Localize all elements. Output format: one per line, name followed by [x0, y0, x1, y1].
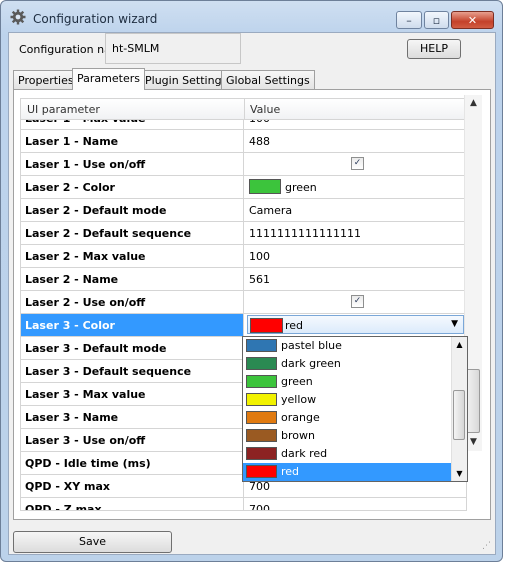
checkbox[interactable]: ✓	[351, 157, 364, 170]
table-row[interactable]: Laser 2 - Name 561	[21, 268, 466, 291]
parameter-name: Laser 2 - Default mode	[21, 199, 244, 221]
table-row-selected[interactable]: Laser 3 - Color red ▼	[21, 314, 466, 337]
option-label: orange	[281, 411, 320, 424]
parameter-name: Laser 3 - Default mode	[21, 337, 244, 359]
parameter-name: Laser 3 - Max value	[21, 383, 244, 405]
option-label: green	[281, 375, 313, 388]
column-header-value[interactable]: Value	[250, 103, 280, 116]
parameter-name: Laser 3 - Color	[21, 314, 244, 336]
dropdown-scrollbar[interactable]: ▲ ▼	[451, 337, 467, 481]
parameter-name: Laser 2 - Max value	[21, 245, 244, 267]
table-row[interactable]: QPD - Z max 700	[21, 498, 466, 510]
option-label: brown	[281, 429, 315, 442]
window-title: Configuration wizard	[33, 12, 158, 26]
dropdown-option[interactable]: brown	[243, 427, 452, 445]
parameter-name: QPD - Z max	[21, 498, 244, 510]
resize-grip-icon[interactable]: ⋰	[482, 541, 492, 551]
table-row[interactable]: Laser 2 - Use on/off ✓	[21, 291, 466, 314]
parameter-value[interactable]: Camera	[245, 199, 466, 221]
dropdown-option[interactable]: orange	[243, 409, 452, 427]
column-divider	[244, 99, 245, 119]
color-swatch	[246, 357, 277, 370]
dropdown-option[interactable]: dark green	[243, 355, 452, 373]
parameter-value[interactable]: 700	[245, 498, 466, 510]
title-bar[interactable]: Configuration wizard – ▫ ✕	[1, 1, 502, 35]
chevron-down-icon[interactable]: ▼	[451, 319, 458, 329]
option-label: yellow	[281, 393, 317, 406]
parameter-name: Laser 2 - Name	[21, 268, 244, 290]
parameter-value[interactable]: 488	[245, 130, 466, 152]
parameter-name: Laser 3 - Use on/off	[21, 429, 244, 451]
scroll-down-arrow-icon[interactable]: ▼	[452, 466, 467, 481]
table-row[interactable]: Laser 2 - Color green	[21, 176, 466, 199]
save-button[interactable]: Save	[13, 531, 172, 553]
maximize-button[interactable]: ▫	[424, 11, 449, 29]
gear-icon	[10, 9, 26, 25]
parameter-value[interactable]: 100	[245, 245, 466, 267]
scroll-up-arrow-icon[interactable]: ▲	[465, 95, 482, 112]
table-row[interactable]: Laser 2 - Default sequence 1111111111111…	[21, 222, 466, 245]
parameter-value[interactable]: 561	[245, 268, 466, 290]
tab-parameters[interactable]: Parameters	[72, 68, 145, 90]
dropdown-option[interactable]: yellow	[243, 391, 452, 409]
table-header: UI parameter Value	[21, 99, 466, 120]
dropdown-option-selected[interactable]: red	[243, 463, 452, 481]
color-swatch	[246, 465, 277, 478]
dropdown-scrollbar-thumb[interactable]	[453, 390, 465, 440]
parameter-name: Laser 2 - Color	[21, 176, 244, 198]
combobox-value: red	[285, 319, 304, 332]
color-swatch	[246, 429, 277, 442]
dropdown-option[interactable]: green	[243, 373, 452, 391]
table-row[interactable]: Laser 1 - Name 488	[21, 130, 466, 153]
parameter-value: ✓	[245, 291, 466, 313]
close-button[interactable]: ✕	[451, 11, 494, 29]
parameter-value: red ▼	[245, 314, 466, 336]
configuration-name-field[interactable]: ht-SMLM	[105, 33, 241, 64]
color-swatch	[246, 393, 277, 406]
parameter-name: QPD - XY max	[21, 475, 244, 497]
help-button[interactable]: HELP	[407, 39, 461, 59]
tab-plugin-settings[interactable]: Plugin Settings	[140, 70, 233, 89]
color-combobox[interactable]: red ▼	[247, 315, 464, 334]
parameter-name: Laser 2 - Default sequence	[21, 222, 244, 244]
option-label: pastel blue	[281, 339, 342, 352]
color-swatch	[246, 447, 277, 460]
parameter-name: Laser 3 - Default sequence	[21, 360, 244, 382]
color-swatch	[250, 318, 283, 333]
color-name: green	[285, 181, 317, 194]
parameter-value[interactable]: green	[245, 176, 466, 198]
option-label: red	[281, 465, 300, 478]
minimize-button[interactable]: –	[396, 11, 422, 29]
dropdown-option[interactable]: dark red	[243, 445, 452, 463]
scroll-up-arrow-icon[interactable]: ▲	[452, 337, 467, 352]
table-row[interactable]: Laser 1 - Use on/off ✓	[21, 153, 466, 176]
parameter-name: Laser 1 - Name	[21, 130, 244, 152]
color-swatch	[249, 179, 281, 194]
parameter-name: Laser 3 - Name	[21, 406, 244, 428]
table-row[interactable]: Laser 2 - Max value 100	[21, 245, 466, 268]
scrollbar-thumb[interactable]	[466, 369, 480, 433]
column-header-ui-parameter[interactable]: UI parameter	[27, 103, 100, 116]
option-label: dark green	[281, 357, 341, 370]
color-swatch	[246, 411, 277, 424]
color-dropdown-list[interactable]: pastel blue dark green green yellow oran…	[242, 336, 468, 482]
parameter-name: Laser 2 - Use on/off	[21, 291, 244, 313]
color-swatch	[246, 339, 277, 352]
tab-global-settings[interactable]: Global Settings	[221, 70, 315, 89]
option-label: dark red	[281, 447, 328, 460]
parameter-name: QPD - Idle time (ms)	[21, 452, 244, 474]
table-row[interactable]: Laser 2 - Default mode Camera	[21, 199, 466, 222]
checkbox[interactable]: ✓	[351, 295, 364, 308]
color-swatch	[246, 375, 277, 388]
tab-properties[interactable]: Properties	[13, 70, 79, 89]
parameter-value[interactable]: 1111111111111111	[245, 222, 466, 244]
parameter-value: ✓	[245, 153, 466, 175]
parameter-name: Laser 1 - Use on/off	[21, 153, 244, 175]
dropdown-option[interactable]: pastel blue	[243, 337, 452, 355]
